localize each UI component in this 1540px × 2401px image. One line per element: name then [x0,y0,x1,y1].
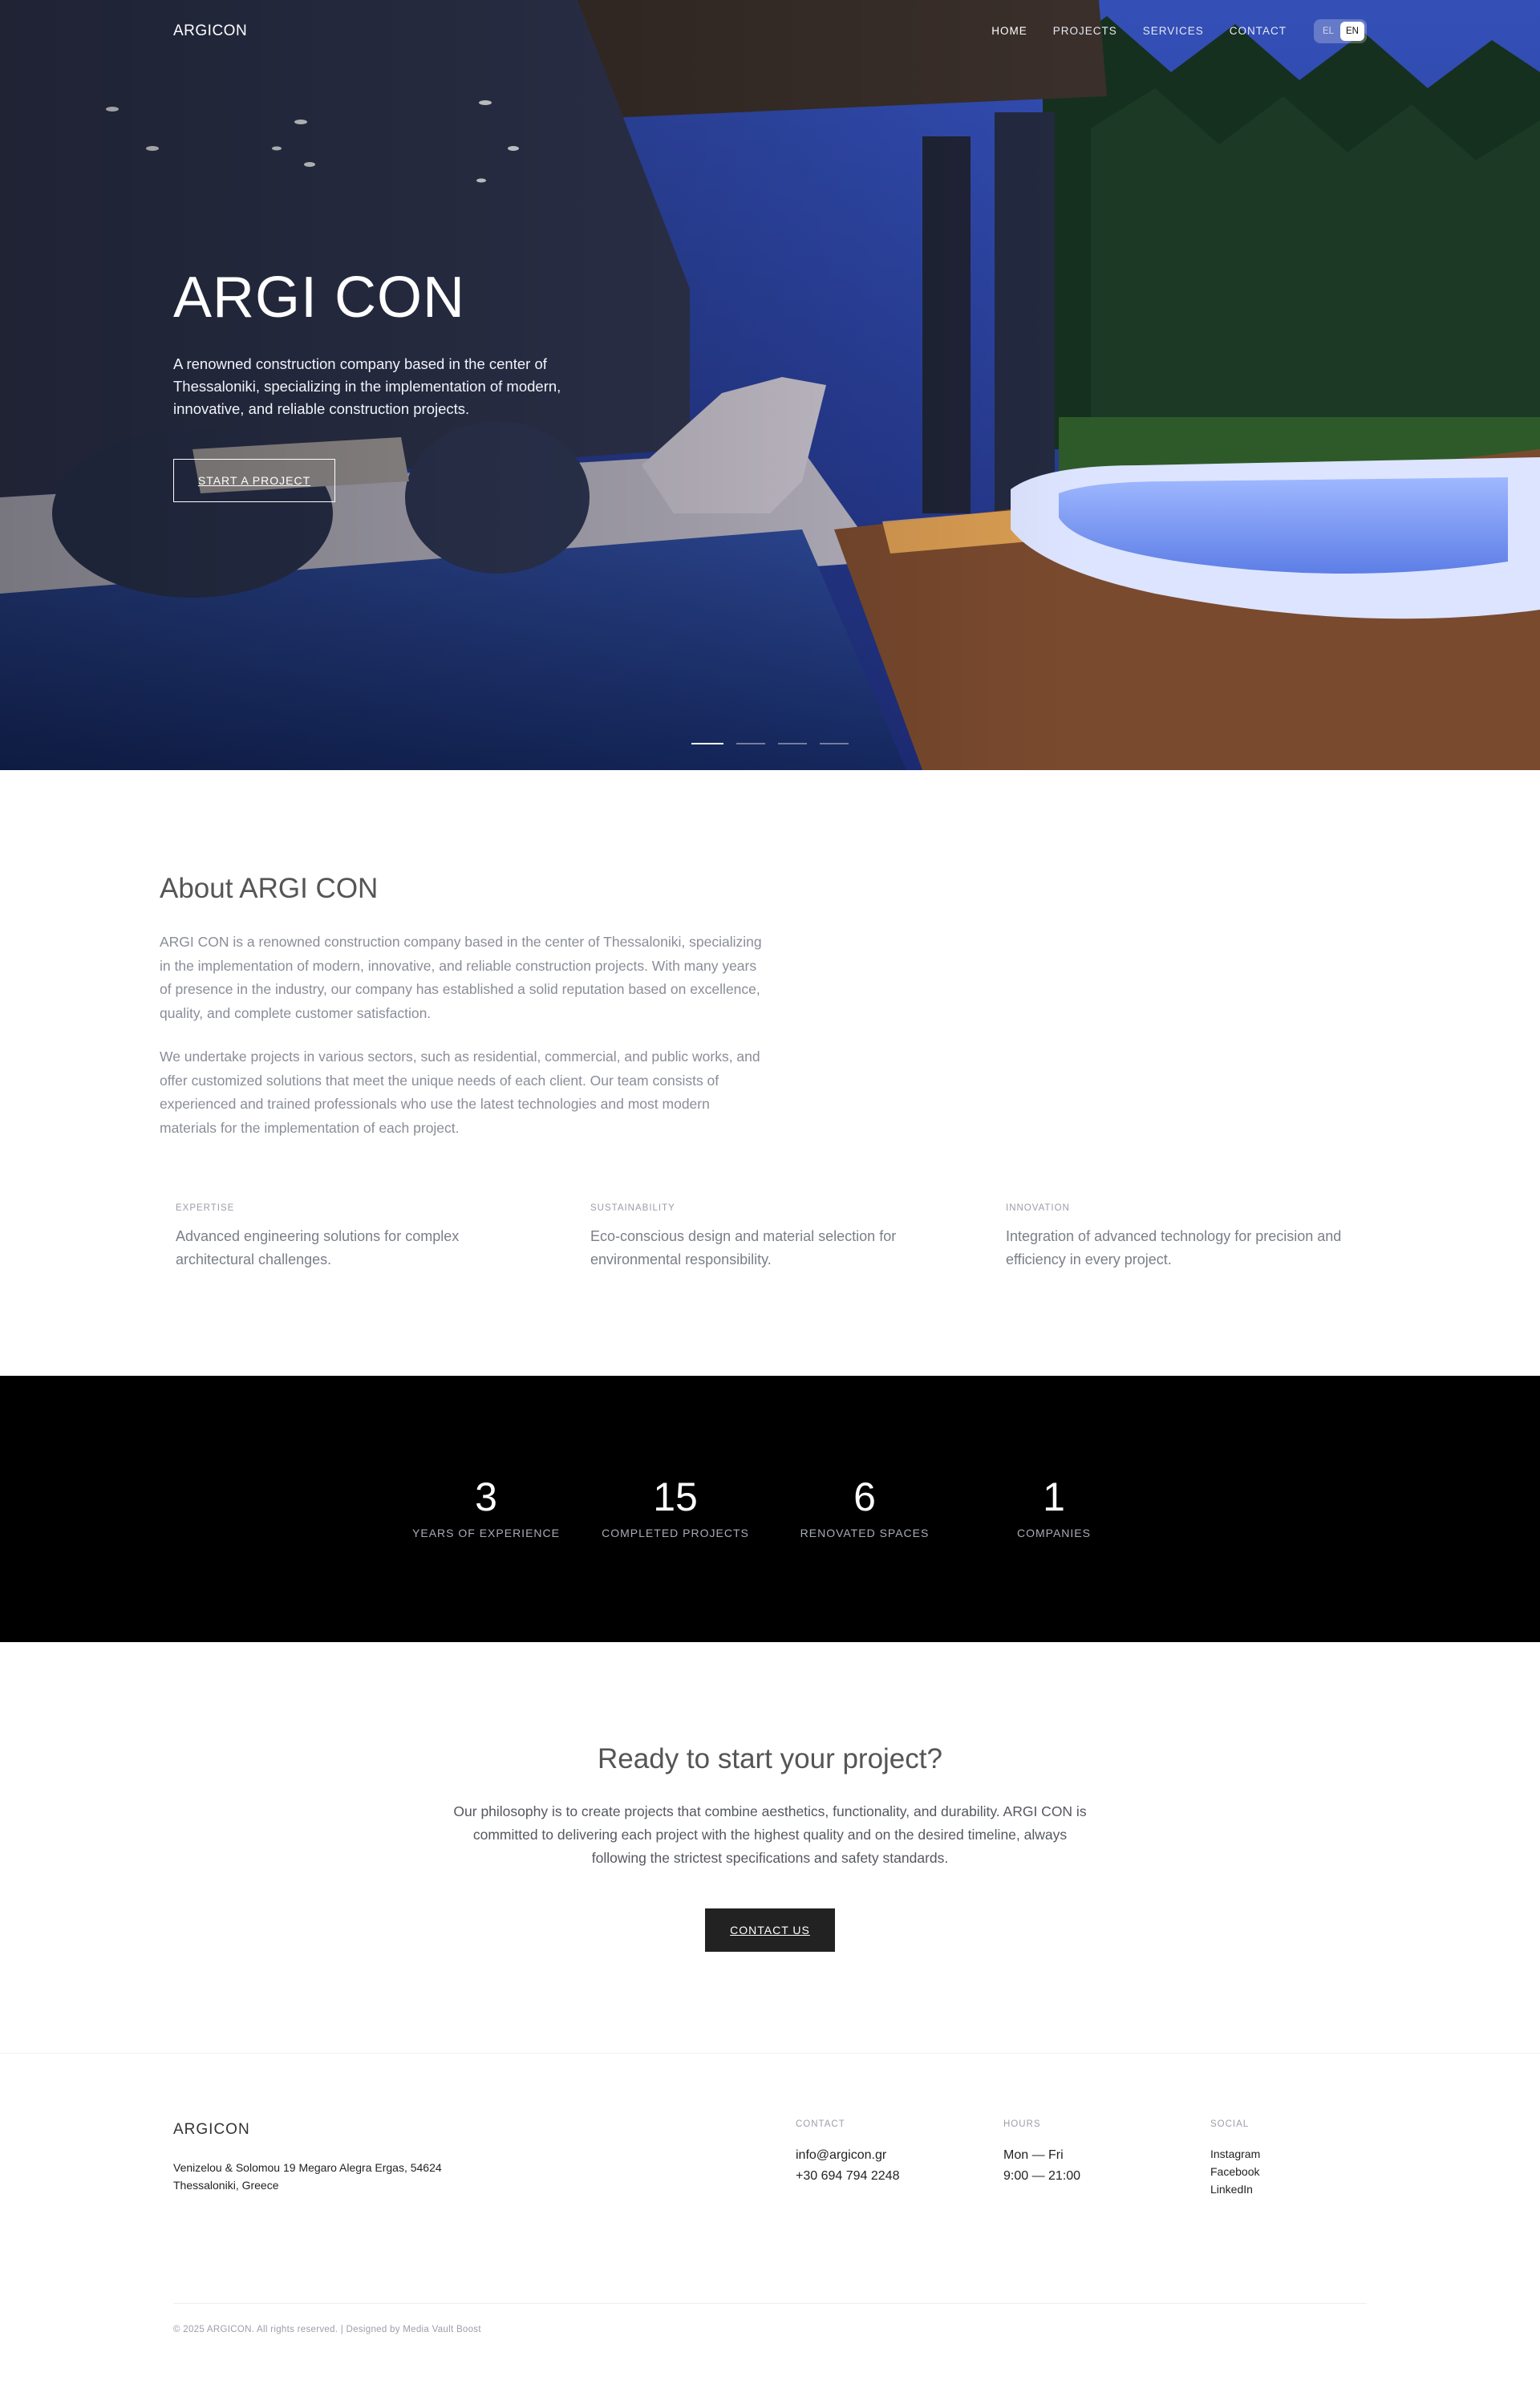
lang-el-button[interactable]: EL [1316,22,1340,41]
address-line-2: Thessaloniki, Greece [173,2179,279,2192]
social-link-instagram[interactable]: Instagram [1210,2145,1260,2163]
footer-divider [173,2303,1367,2304]
stat-label: COMPANIES [1017,1527,1091,1539]
start-project-button[interactable]: START A PROJECT [173,459,335,502]
lang-en-button[interactable]: EN [1340,22,1364,41]
footer-email-link[interactable]: info@argicon.gr [796,2145,899,2166]
feature-caption: INNOVATION [1006,1203,1070,1213]
slide-indicator-2[interactable] [736,743,765,744]
slide-indicator-1[interactable] [691,743,723,744]
footer-copyright: © 2025 ARGICON. All rights reserved. | D… [173,2325,481,2334]
nav-link-contact[interactable]: CONTACT [1230,25,1287,37]
slide-indicator-3[interactable] [778,743,807,744]
feature-caption: SUSTAINABILITY [590,1203,675,1213]
language-switcher: EL EN [1314,19,1367,43]
stat-value: 15 [653,1474,698,1519]
stat-value: 6 [853,1474,876,1519]
footer-contact: CONTACT info@argicon.gr +30 694 794 2248 [796,2119,899,2187]
hero-section: ARGICON HOME PROJECTS SERVICES CONTACT E… [0,0,1540,770]
contact-us-button[interactable]: CONTACT US [705,1908,835,1952]
site-footer: ARGICON Venizelou & Solomou 19 Megaro Al… [0,2054,1540,2401]
footer-phone-link[interactable]: +30 694 794 2248 [796,2166,899,2187]
slider-indicators [691,743,849,744]
footer-contact-caption: CONTACT [796,2119,845,2129]
nav-link-services[interactable]: SERVICES [1143,25,1204,37]
stat-years: 3 YEARS OF EXPERIENCE [390,1474,582,1539]
hero-title: ARGI CON [173,266,466,330]
stat-spaces: 6 RENOVATED SPACES [768,1474,961,1539]
footer-social-caption: SOCIAL [1210,2119,1250,2129]
nav-links: HOME PROJECTS SERVICES CONTACT [991,25,1287,37]
feature-text: Eco-conscious design and material select… [590,1228,897,1267]
slide-indicator-4[interactable] [820,743,849,744]
address-line-1: Venizelou & Solomou 19 Megaro Alegra Erg… [173,2161,442,2174]
about-paragraph-2: We undertake projects in various sectors… [160,1048,760,1136]
stat-label: RENOVATED SPACES [800,1527,930,1539]
feature-innovation: INNOVATION Integration of advanced techn… [1006,1203,1343,1271]
cta-title: Ready to start your project? [598,1743,942,1774]
stat-projects: 15 COMPLETED PROJECTS [579,1474,772,1539]
about-title: About ARGI CON [160,873,379,904]
stat-companies: 1 COMPANIES [958,1474,1150,1539]
footer-logo[interactable]: ARGICON [173,2121,250,2139]
stat-label: YEARS OF EXPERIENCE [412,1527,560,1539]
social-link-facebook[interactable]: Facebook [1210,2163,1260,2180]
hero-description: A renowned construction company based in… [173,355,561,417]
social-link-linkedin[interactable]: LinkedIn [1210,2180,1260,2198]
feature-sustainability: SUSTAINABILITY Eco-conscious design and … [590,1203,927,1271]
feature-text: Integration of advanced technology for p… [1006,1228,1342,1267]
stat-value: 1 [1043,1474,1065,1519]
site-logo[interactable]: ARGICON [173,22,247,40]
feature-caption: EXPERTISE [176,1203,235,1213]
feature-expertise: EXPERTISE Advanced engineering solutions… [176,1203,513,1271]
cta-text: Our philosophy is to create projects tha… [453,1803,1087,1866]
cta-section: Ready to start your project? Our philoso… [0,1642,1540,2054]
about-section: About ARGI CON ARGI CON is a renowned co… [0,770,1540,1376]
footer-hours: HOURS Mon — Fri 9:00 — 21:00 [1003,2119,1080,2187]
about-paragraph-1: ARGI CON is a renowned construction comp… [160,934,762,1021]
footer-social: SOCIAL Instagram Facebook LinkedIn [1210,2119,1260,2198]
top-navigation: ARGICON HOME PROJECTS SERVICES CONTACT E… [0,0,1540,63]
feature-text: Advanced engineering solutions for compl… [176,1228,460,1267]
footer-hours-caption: HOURS [1003,2119,1041,2129]
footer-time: 9:00 — 21:00 [1003,2169,1081,2183]
stat-label: COMPLETED PROJECTS [602,1527,749,1539]
stats-section: 3 YEARS OF EXPERIENCE 15 COMPLETED PROJE… [0,1376,1540,1642]
footer-days: Mon — Fri [1003,2148,1064,2162]
footer-address: Venizelou & Solomou 19 Megaro Alegra Erg… [173,2159,442,2194]
nav-link-projects[interactable]: PROJECTS [1053,25,1117,37]
nav-link-home[interactable]: HOME [991,25,1027,37]
stat-value: 3 [475,1474,497,1519]
